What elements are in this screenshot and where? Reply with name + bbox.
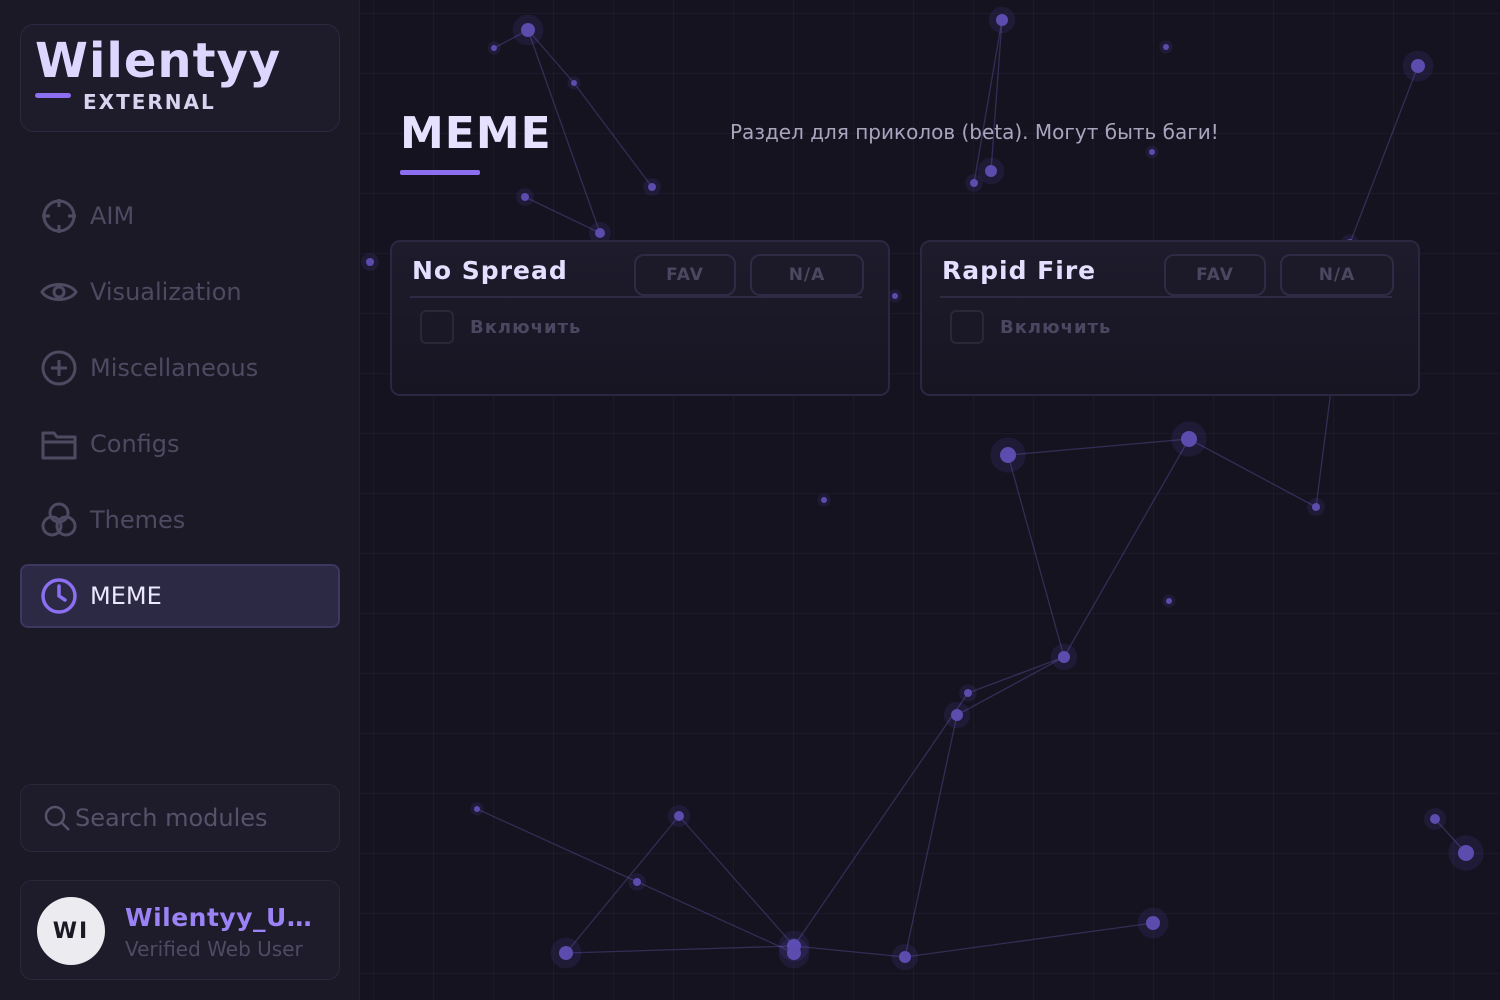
enable-label: Включить <box>1000 316 1112 338</box>
module-card-no-spread: No Spread FAV N/A Включить <box>390 240 890 396</box>
sidebar-item-configs[interactable]: Configs <box>20 412 340 476</box>
constellation-line <box>904 922 1154 958</box>
sidebar-item-aim[interactable]: AIM <box>20 184 340 248</box>
status-badge: N/A <box>750 254 864 296</box>
user-role: Verified Web User <box>125 937 303 961</box>
clock-icon <box>40 577 78 615</box>
sidebar: Wilentyy EXTERNAL AIM Visualization Misc… <box>0 0 360 1000</box>
sidebar-item-themes[interactable]: Themes <box>20 488 340 552</box>
constellation-line <box>565 945 795 954</box>
constellation-node <box>899 951 911 963</box>
constellation-node <box>1146 916 1160 930</box>
sidebar-item-label: MEME <box>90 582 162 610</box>
constellation-node <box>1058 651 1070 663</box>
constellation-node <box>1411 59 1425 73</box>
constellation-line <box>793 692 969 947</box>
page-description: Раздел для приколов (beta). Могут быть б… <box>730 120 1219 144</box>
constellation-node <box>521 193 529 201</box>
card-header: Rapid Fire FAV N/A <box>940 242 1394 298</box>
search-box[interactable] <box>20 784 340 852</box>
constellation-node <box>571 80 577 86</box>
constellation-node <box>964 689 972 697</box>
status-badge: N/A <box>1280 254 1394 296</box>
enable-label: Включить <box>470 316 582 338</box>
constellation-line <box>573 82 653 188</box>
constellation-node <box>1149 149 1155 155</box>
constellation-node <box>648 183 656 191</box>
card-header: No Spread FAV N/A <box>410 242 864 298</box>
constellation-line <box>967 656 1065 694</box>
constellation-line <box>793 945 906 958</box>
search-input[interactable] <box>75 804 325 832</box>
constellation-node <box>474 806 480 812</box>
enable-checkbox[interactable] <box>950 310 984 344</box>
constellation-node <box>951 709 963 721</box>
constellation-node <box>491 45 497 51</box>
sidebar-item-label: Miscellaneous <box>90 354 259 382</box>
constellation-node <box>1312 503 1320 511</box>
card-title: No Spread <box>412 256 568 285</box>
enable-toggle-row[interactable]: Включить <box>420 310 581 344</box>
constellation-line <box>990 19 1003 172</box>
constellation-node <box>1430 814 1440 824</box>
user-profile[interactable]: WI Wilentyy_U… Verified Web User <box>20 880 340 980</box>
logo-accent-bar <box>35 93 71 98</box>
crosshair-icon <box>40 197 78 235</box>
constellation-node <box>787 946 801 960</box>
constellation-node <box>996 14 1008 26</box>
palette-circles-icon <box>40 501 78 539</box>
constellation-line <box>1188 438 1317 508</box>
logo-subtitle: EXTERNAL <box>83 90 216 114</box>
constellation-node <box>1166 598 1172 604</box>
constellation-line <box>565 815 680 954</box>
enable-toggle-row[interactable]: Включить <box>950 310 1111 344</box>
plus-circle-icon <box>40 349 78 387</box>
sidebar-item-label: Themes <box>90 506 186 534</box>
page-title-underline <box>400 170 480 175</box>
sidebar-item-label: Configs <box>90 430 180 458</box>
sidebar-item-meme[interactable]: MEME <box>20 564 340 628</box>
constellation-node <box>970 179 978 187</box>
sidebar-item-label: AIM <box>90 202 135 230</box>
fav-button[interactable]: FAV <box>634 254 736 296</box>
constellation-line <box>1007 438 1190 456</box>
constellation-node <box>892 293 898 299</box>
constellation-line <box>1007 454 1065 658</box>
eye-icon <box>40 273 78 311</box>
avatar: WI <box>37 897 105 965</box>
constellation-node <box>1000 447 1016 463</box>
search-icon <box>43 804 71 832</box>
enable-checkbox[interactable] <box>420 310 454 344</box>
constellation-node <box>366 258 374 266</box>
constellation-node <box>674 811 684 821</box>
constellation-line <box>904 714 958 958</box>
module-card-rapid-fire: Rapid Fire FAV N/A Включить <box>920 240 1420 396</box>
logo-title: Wilentyy <box>35 33 282 89</box>
user-name: Wilentyy_U… <box>125 903 313 932</box>
constellation-line <box>1063 438 1190 658</box>
constellation-node <box>633 878 641 886</box>
sidebar-item-label: Visualization <box>90 278 242 306</box>
constellation-node <box>1181 431 1197 447</box>
constellation-node <box>595 228 605 238</box>
constellation-node <box>1163 44 1169 50</box>
sidebar-item-visualization[interactable]: Visualization <box>20 260 340 324</box>
constellation-line <box>1349 65 1419 244</box>
folder-icon <box>40 425 78 463</box>
fav-button[interactable]: FAV <box>1164 254 1266 296</box>
card-title: Rapid Fire <box>942 256 1097 285</box>
constellation-node <box>821 497 827 503</box>
sidebar-item-miscellaneous[interactable]: Miscellaneous <box>20 336 340 400</box>
logo: Wilentyy EXTERNAL <box>20 24 340 132</box>
constellation-node <box>559 946 573 960</box>
constellation-node <box>1458 845 1474 861</box>
constellation-node <box>985 165 997 177</box>
page-title: MEME <box>400 108 552 159</box>
constellation-node <box>521 23 535 37</box>
